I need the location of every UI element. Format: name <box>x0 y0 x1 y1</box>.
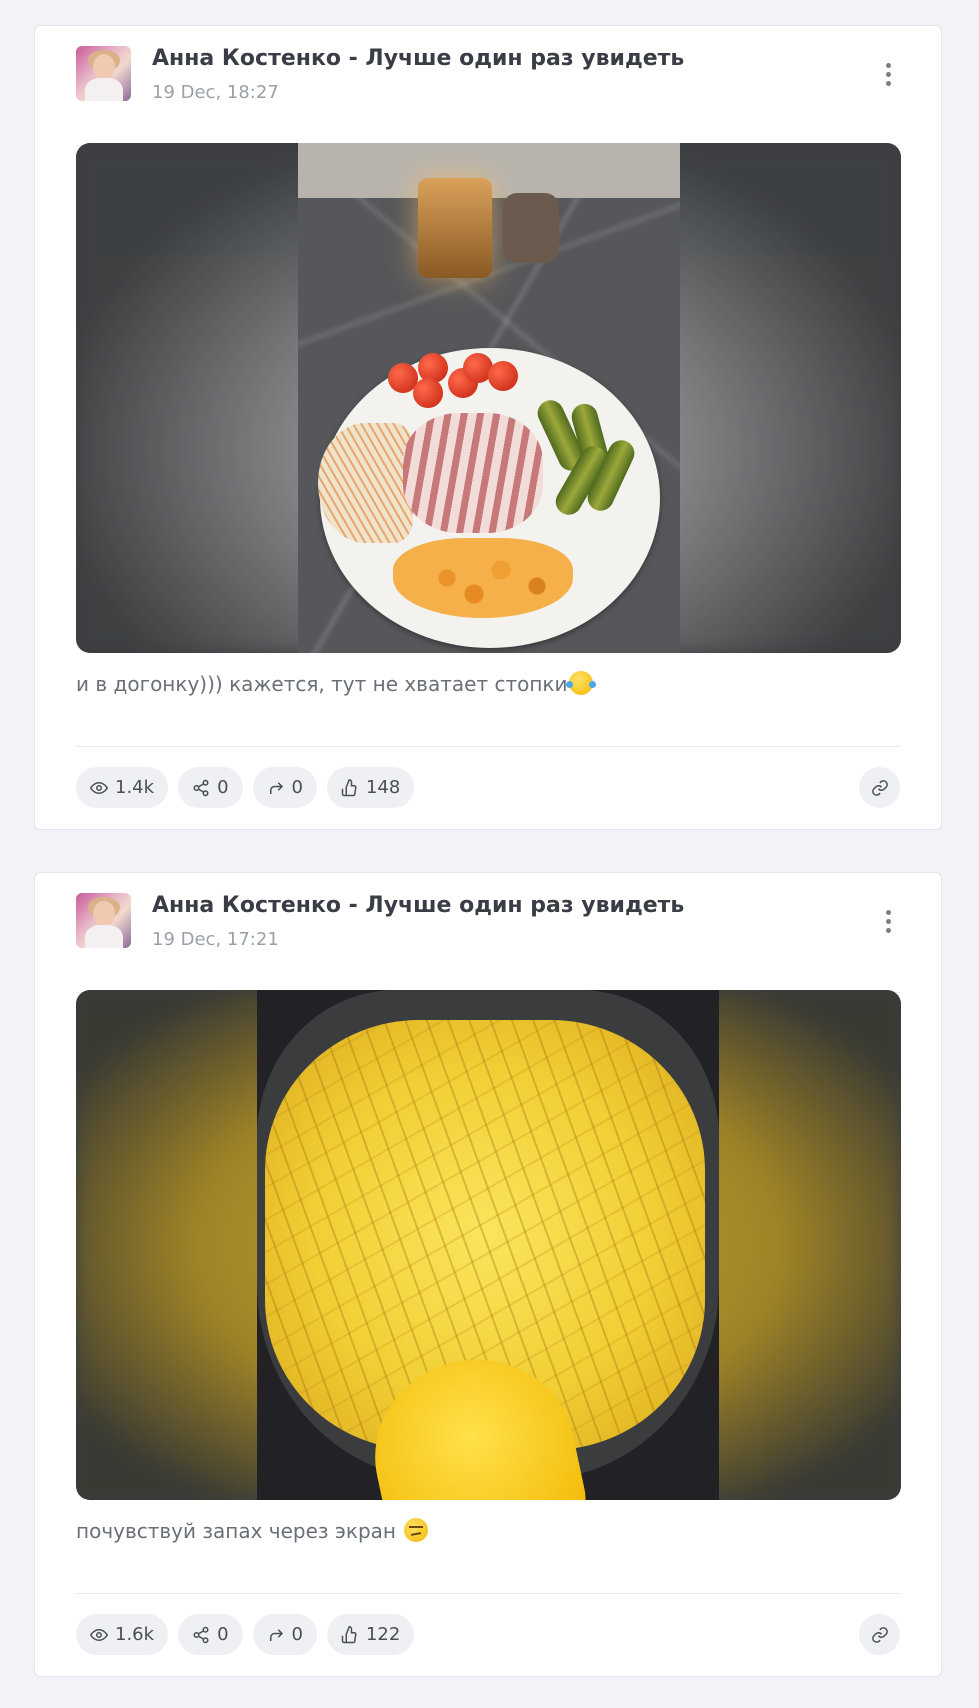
repost-arrow-icon <box>269 1628 283 1641</box>
divider <box>76 1593 900 1594</box>
views-counter[interactable]: 1.4k <box>76 767 169 808</box>
eye-icon <box>90 1628 108 1641</box>
shares-count: 0 <box>217 1624 229 1645</box>
like-button[interactable]: 148 <box>326 767 415 808</box>
views-count: 1.4k <box>115 777 155 798</box>
like-button[interactable]: 122 <box>326 1614 415 1655</box>
share-button[interactable]: 0 <box>178 767 243 808</box>
post-card: Анна Костенко - Лучше один раз увидеть 1… <box>34 872 942 1677</box>
reposts-count: 0 <box>291 777 303 798</box>
post-image[interactable] <box>76 143 901 653</box>
thumbs-up-icon <box>341 1625 357 1643</box>
link-icon <box>871 1626 888 1643</box>
author-name[interactable]: Анна Костенко - Лучше один раз увидеть <box>152 46 684 71</box>
post-image[interactable] <box>76 990 901 1500</box>
relieved-face-icon <box>404 1518 429 1542</box>
post-feed: Анна Костенко - Лучше один раз увидеть 1… <box>34 25 942 1708</box>
link-icon <box>871 779 888 796</box>
share-icon <box>193 779 209 796</box>
repost-arrow-icon <box>269 781 283 794</box>
copy-link-button[interactable] <box>859 767 900 808</box>
thumbs-up-icon <box>341 778 357 796</box>
photo-pickles-plate <box>298 143 680 653</box>
eye-icon <box>90 781 108 794</box>
share-icon <box>193 1626 209 1643</box>
likes-count: 122 <box>365 1624 401 1645</box>
reposts-count: 0 <box>291 1624 303 1645</box>
views-counter[interactable]: 1.6k <box>76 1614 169 1655</box>
photo-fried-potatoes <box>257 990 719 1500</box>
post-header: Анна Костенко - Лучше один раз увидеть 1… <box>76 46 900 146</box>
post-actions: 1.4k 0 0 148 <box>76 767 415 808</box>
post-caption: почувствуй запах через экран <box>76 1518 429 1543</box>
more-vertical-icon[interactable] <box>876 901 900 941</box>
post-card: Анна Костенко - Лучше один раз увидеть 1… <box>34 25 942 830</box>
post-header: Анна Костенко - Лучше один раз увидеть 1… <box>76 893 900 993</box>
tears-of-joy-icon <box>566 671 597 695</box>
divider <box>76 746 900 747</box>
repost-button[interactable]: 0 <box>252 767 317 808</box>
more-vertical-icon[interactable] <box>876 54 900 94</box>
copy-link-button[interactable] <box>859 1614 900 1655</box>
post-actions: 1.6k 0 0 122 <box>76 1614 415 1655</box>
repost-button[interactable]: 0 <box>252 1614 317 1655</box>
post-date: 19 Dec, 17:21 <box>152 929 279 950</box>
share-button[interactable]: 0 <box>178 1614 243 1655</box>
views-count: 1.6k <box>115 1624 155 1645</box>
post-date: 19 Dec, 18:27 <box>152 82 279 103</box>
author-avatar[interactable] <box>76 46 131 101</box>
author-name[interactable]: Анна Костенко - Лучше один раз увидеть <box>152 893 684 918</box>
author-avatar[interactable] <box>76 893 131 948</box>
post-caption: и в догонку))) кажется, тут не хватает с… <box>76 671 597 696</box>
likes-count: 148 <box>365 777 401 798</box>
shares-count: 0 <box>217 777 229 798</box>
